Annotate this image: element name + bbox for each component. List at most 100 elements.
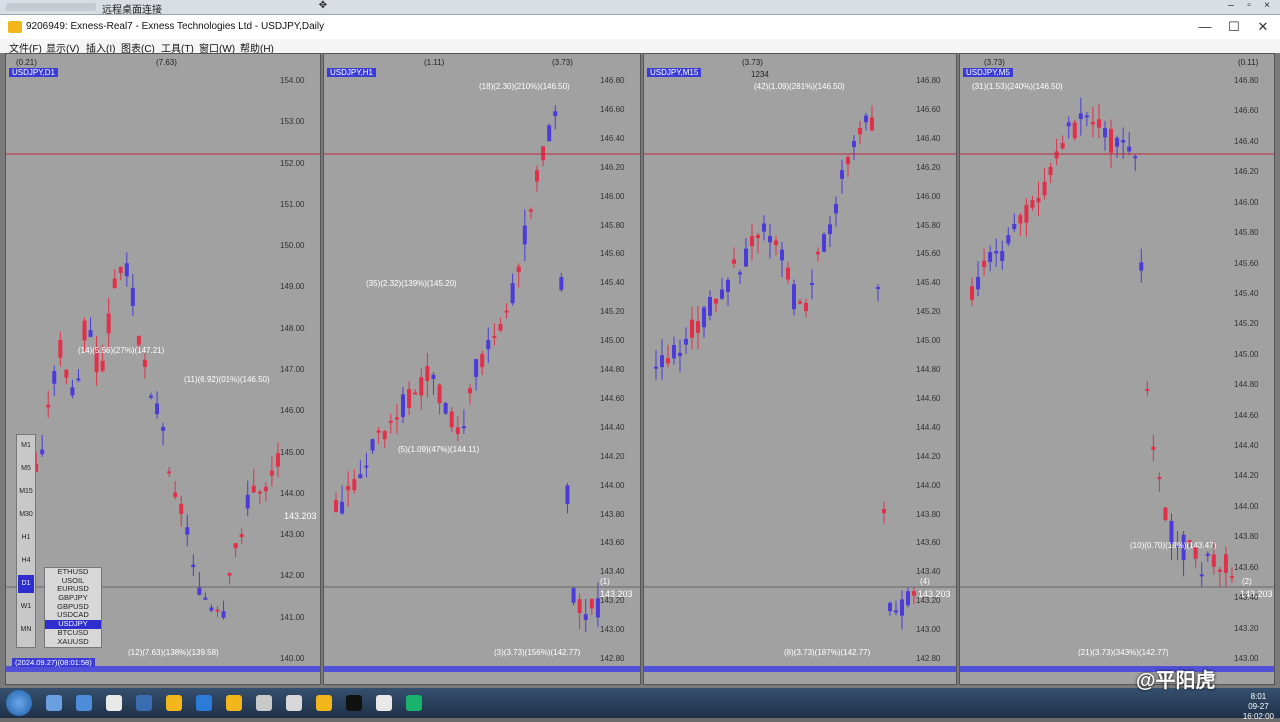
candle-body (70, 387, 75, 396)
candle-body (179, 503, 184, 514)
candle-body (245, 494, 250, 509)
annotation-label: (11)(6.92)(01%)(146.50) (184, 375, 270, 384)
tf-m5-button[interactable]: M5 (18, 460, 34, 478)
annotation-label: (14)(5.56)(27%)(147.21) (78, 346, 165, 355)
close-button[interactable]: ✕ (1248, 18, 1278, 36)
candle-body (1060, 142, 1065, 149)
candle-body (215, 609, 220, 612)
candle-body (1115, 137, 1120, 147)
price-tick-label: 146.40 (916, 133, 941, 143)
candle-body (364, 465, 369, 468)
price-tick-label: 144.20 (600, 451, 625, 461)
price-tick-label: 141.00 (280, 612, 305, 622)
candle-body (340, 501, 345, 514)
price-tick-label: 144.00 (1234, 501, 1259, 511)
price-tick-label: 151.00 (280, 199, 305, 209)
candle-body (82, 320, 87, 341)
start-button-icon[interactable] (6, 690, 32, 716)
taskbar-app-icon[interactable] (196, 695, 212, 711)
candle-body (1217, 569, 1222, 572)
candle-body (40, 449, 45, 455)
chart-window-d1[interactable]: (0.21) (7.63) USDJPY,D1 (11)(6.92)(01%)(… (5, 53, 321, 685)
candle-body (666, 358, 670, 364)
candle-body (191, 564, 196, 568)
candle-body (672, 345, 676, 359)
rd-restore-button[interactable]: ▫ (1240, 0, 1258, 14)
metatrader-icon[interactable] (226, 695, 242, 711)
tf-m1-button[interactable]: M1 (18, 437, 34, 455)
candle-body (762, 223, 766, 232)
taskbar-app-icon[interactable] (76, 695, 92, 711)
chart-window-m5[interactable]: (3.73) (0.11) USDJPY,M5 (31)(1.53)(240%)… (959, 53, 1275, 685)
symbol-list: ETHUSD USOIL EURUSD GBPJPY GBPUSD USDCAD… (44, 567, 102, 648)
browser-icon[interactable] (106, 695, 122, 711)
candle-body (492, 335, 497, 338)
counter-label: (2) (1242, 577, 1252, 586)
candle-body (792, 284, 796, 310)
price-tick-label: 143.80 (916, 509, 941, 519)
taskbar-app-icon[interactable] (376, 695, 392, 711)
price-tick-label: 145.20 (916, 307, 941, 317)
candle-body (480, 354, 485, 368)
metatrader-icon[interactable] (316, 695, 332, 711)
symbol-item[interactable]: XAUUSD (45, 637, 101, 647)
tf-h1-button[interactable]: H1 (18, 529, 34, 547)
annotation-label: (21)(3.73)(343%)(142.77) (1078, 648, 1169, 657)
taskbar-app-icon[interactable] (256, 695, 272, 711)
chart-window-h1[interactable]: (1.11) (3.73) USDJPY,H1 (18)(2.30)(210%)… (323, 53, 641, 685)
taskbar-app-icon[interactable] (136, 695, 152, 711)
tf-m30-button[interactable]: M30 (18, 506, 34, 524)
price-tick-label: 146.80 (600, 76, 625, 85)
metatrader-icon[interactable] (166, 695, 182, 711)
candle-body (822, 234, 826, 252)
terminal-icon[interactable] (346, 695, 362, 711)
price-tick-label: 146.00 (916, 191, 941, 201)
annotation-label: (3)(3.73)(156%)(142.77) (494, 648, 581, 657)
candle-body (1133, 156, 1138, 159)
taskbar-app-icon[interactable] (286, 695, 302, 711)
maximize-button[interactable]: ☐ (1219, 18, 1249, 36)
tf-mn-button[interactable]: MN (18, 621, 34, 639)
candle-body (185, 527, 190, 535)
counter-label: (4) (920, 577, 930, 586)
candle-body (810, 282, 814, 285)
taskbar-app-icon[interactable] (406, 695, 422, 711)
price-tick-label: 152.00 (280, 158, 305, 168)
candle-area (960, 97, 1274, 672)
candle-body (455, 427, 460, 434)
candle-body (571, 587, 576, 603)
candle-body (136, 336, 141, 345)
minimize-button[interactable]: — (1190, 18, 1220, 36)
candle-body (1012, 223, 1017, 230)
candle-body (1048, 166, 1053, 176)
tf-h4-button[interactable]: H4 (18, 552, 34, 570)
tf-w1-button[interactable]: W1 (18, 598, 34, 616)
candle-body (449, 411, 454, 428)
candle-body (413, 392, 418, 395)
candle-body (684, 338, 688, 345)
candle-body (864, 115, 868, 123)
annotation-label: (18)(2.30)(210%)(146.50) (479, 82, 570, 91)
price-tick-label: 146.80 (1234, 76, 1259, 85)
candle-body (1030, 200, 1035, 208)
tf-d1-button[interactable]: D1 (18, 575, 34, 593)
candle-body (468, 388, 472, 394)
taskbar: 8:01 09-27 16:02:00 (0, 688, 1280, 721)
price-tick-label: 142.80 (916, 654, 941, 663)
candle-body (419, 377, 424, 396)
rd-minimize-button[interactable]: – (1222, 0, 1240, 14)
taskbar-app-icon[interactable] (46, 695, 62, 711)
chart-window-m15[interactable]: (3.73) 1234 USDJPY,M15 (42)(1.09)(281%)(… (643, 53, 957, 685)
candle-body (1205, 553, 1210, 556)
rd-close-button[interactable]: × (1258, 0, 1276, 14)
candle-body (547, 125, 552, 142)
candle-body (583, 614, 588, 621)
candle-body (167, 471, 172, 474)
candle-body (714, 298, 718, 304)
annotation-label: (12)(7.63)(138%)(139.58) (128, 648, 219, 657)
tf-m15-button[interactable]: M15 (18, 483, 34, 501)
pin-icon[interactable]: ✥ (314, 0, 332, 14)
candle-body (394, 417, 399, 420)
candle-body (708, 296, 712, 316)
candle-body (516, 266, 521, 273)
